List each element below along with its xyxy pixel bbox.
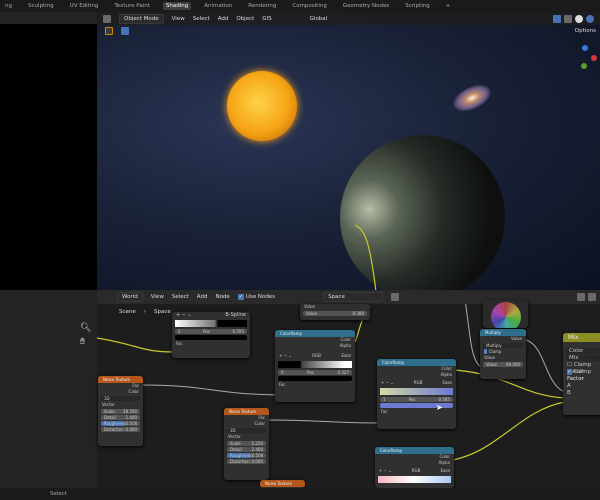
socket-alpha[interactable]: Alpha xyxy=(375,460,454,466)
overlay-icon[interactable] xyxy=(577,293,585,301)
value-field[interactable]: Value 99.000 xyxy=(483,362,523,367)
interp-dropdown[interactable]: Ease xyxy=(440,468,450,474)
socket-fac[interactable]: Fac xyxy=(275,382,355,388)
socket-color[interactable]: Color xyxy=(98,389,143,395)
dimensions-dropdown[interactable]: 3D xyxy=(227,428,266,433)
socket-vector[interactable]: Vector xyxy=(224,434,269,440)
pos-field[interactable]: 2 Pos 0.595 xyxy=(175,329,247,334)
roughness-field[interactable]: Roughness 0.500 xyxy=(101,421,140,426)
dimensions-dropdown[interactable]: 3D xyxy=(101,396,140,401)
color-swatch[interactable] xyxy=(175,335,247,340)
pos-field[interactable]: 0 Pos 0.327 xyxy=(278,370,352,375)
roughness-field[interactable]: Roughness 0.500 xyxy=(227,453,266,458)
node-title[interactable]: Noise Texture xyxy=(260,480,305,487)
world-name-field[interactable]: Space xyxy=(323,292,384,302)
detail-field[interactable]: Detail 2.400 xyxy=(227,447,266,452)
noise-texture-node[interactable]: Noise Texture Fac Color 3D Vector Scale 1… xyxy=(98,376,143,446)
colorramp-node[interactable]: ColorRamp Color Alpha + − ⌄ RGB Ease 1 Pos 0… xyxy=(377,359,456,429)
socket-b[interactable]: B xyxy=(563,390,600,397)
node-title[interactable]: Mix xyxy=(563,333,600,342)
socket-alpha[interactable]: Alpha xyxy=(377,372,456,378)
socket-value-in[interactable]: Value xyxy=(480,355,526,361)
mode-dropdown[interactable]: RGB xyxy=(412,468,421,474)
status-select-hint: Select xyxy=(50,491,67,497)
distortion-field[interactable]: Distortion 0.000 xyxy=(227,459,266,464)
breadcrumb-world[interactable]: Space xyxy=(154,309,171,315)
mode-dropdown[interactable]: RGB xyxy=(312,353,321,359)
socket-factor[interactable]: Factor xyxy=(563,376,600,383)
menu-select[interactable]: Select xyxy=(172,294,189,300)
shader-type-dropdown[interactable]: World xyxy=(117,292,143,302)
socket-fac[interactable]: Fac xyxy=(172,341,250,347)
breadcrumb-scene[interactable]: Scene xyxy=(119,309,136,315)
node-title[interactable]: Multiply xyxy=(480,329,526,336)
noise-texture-node[interactable]: Noise Texture Fac Color 3D Vector Scale 5… xyxy=(224,408,269,480)
operation-dropdown[interactable]: Multiply xyxy=(483,343,523,348)
color-ramp-gradient[interactable] xyxy=(278,361,352,368)
colorramp-node[interactable]: ColorRamp Color Alpha + − ⌄ RGB Ease 0 Pos 0… xyxy=(275,330,355,402)
node-title[interactable]: ColorRamp xyxy=(377,359,456,366)
math-multiply-node[interactable]: Multiply Value Multiply ✓ Clamp Value Va… xyxy=(480,329,526,379)
color-ramp-gradient[interactable] xyxy=(378,476,451,483)
socket-color[interactable]: Color xyxy=(224,421,269,427)
scale-field[interactable]: Scale 18.700 xyxy=(101,409,140,414)
mix-node[interactable]: Mix Color Mix ☐ Clamp Result ✓ Clamp Fac… xyxy=(563,333,600,415)
socket-a[interactable]: A xyxy=(563,383,600,390)
clamp-factor-checkbox[interactable]: ✓ Clamp Factor xyxy=(563,369,600,382)
mode-dropdown[interactable]: RGB xyxy=(414,380,423,386)
node-links xyxy=(96,224,566,461)
color-ramp-gradient[interactable] xyxy=(380,388,453,395)
color-picker-panel[interactable] xyxy=(483,300,528,328)
distortion-field[interactable]: Distortion 0.000 xyxy=(101,427,140,432)
colorramp-node[interactable]: ColorRamp Color Alpha + − ⌄ RGB Ease xyxy=(375,447,454,488)
snap-icon[interactable] xyxy=(588,293,596,301)
value-field[interactable]: Value 0.380 xyxy=(303,311,367,316)
noise-texture-node[interactable]: Noise Texture xyxy=(260,480,305,488)
value-output[interactable]: Value xyxy=(300,304,370,310)
status-bar: Select xyxy=(0,488,600,500)
node-title[interactable]: Noise Texture xyxy=(224,408,269,415)
color-swatch[interactable] xyxy=(278,376,352,381)
interp-dropdown[interactable]: B-Spline xyxy=(225,312,246,318)
data-type-dropdown[interactable]: Color xyxy=(566,348,600,354)
socket-value-out[interactable]: Value xyxy=(480,336,526,342)
new-world-icon[interactable] xyxy=(391,293,400,301)
node-title[interactable]: ColorRamp xyxy=(275,330,355,337)
blend-mode-dropdown[interactable]: Mix xyxy=(566,355,600,361)
socket-alpha[interactable]: Alpha xyxy=(275,343,355,349)
color-ramp-gradient[interactable] xyxy=(175,320,247,327)
interp-dropdown[interactable]: Ease xyxy=(341,353,351,359)
interp-dropdown[interactable]: Ease xyxy=(442,380,452,386)
node-title[interactable]: ColorRamp xyxy=(375,447,454,454)
color-wheel[interactable] xyxy=(490,302,521,328)
socket-vector[interactable]: Vector xyxy=(98,402,143,408)
menu-node[interactable]: Node xyxy=(215,294,229,300)
value-node[interactable]: Value Value 0.380 xyxy=(300,304,370,320)
colorramp-node-partial[interactable]: + − ⌄ B-Spline 2 Pos 0.595 Fac xyxy=(172,312,250,358)
use-nodes-checkbox[interactable]: ✓ Use Nodes xyxy=(237,294,275,300)
detail-field[interactable]: Detail 2.400 xyxy=(101,415,140,420)
mouse-cursor: ➤ xyxy=(436,403,443,412)
node-title[interactable]: Noise Texture xyxy=(98,376,143,383)
breadcrumb-separator: › xyxy=(143,309,146,315)
menu-view[interactable]: View xyxy=(151,294,164,300)
menu-add[interactable]: Add xyxy=(197,294,208,300)
clamp-result-checkbox[interactable]: ☐ Clamp Result xyxy=(563,362,600,375)
pos-field[interactable]: 1 Pos 0.585 xyxy=(380,397,453,402)
scale-field[interactable]: Scale 5.250 xyxy=(227,441,266,446)
socket-fac[interactable]: Fac xyxy=(377,409,456,415)
